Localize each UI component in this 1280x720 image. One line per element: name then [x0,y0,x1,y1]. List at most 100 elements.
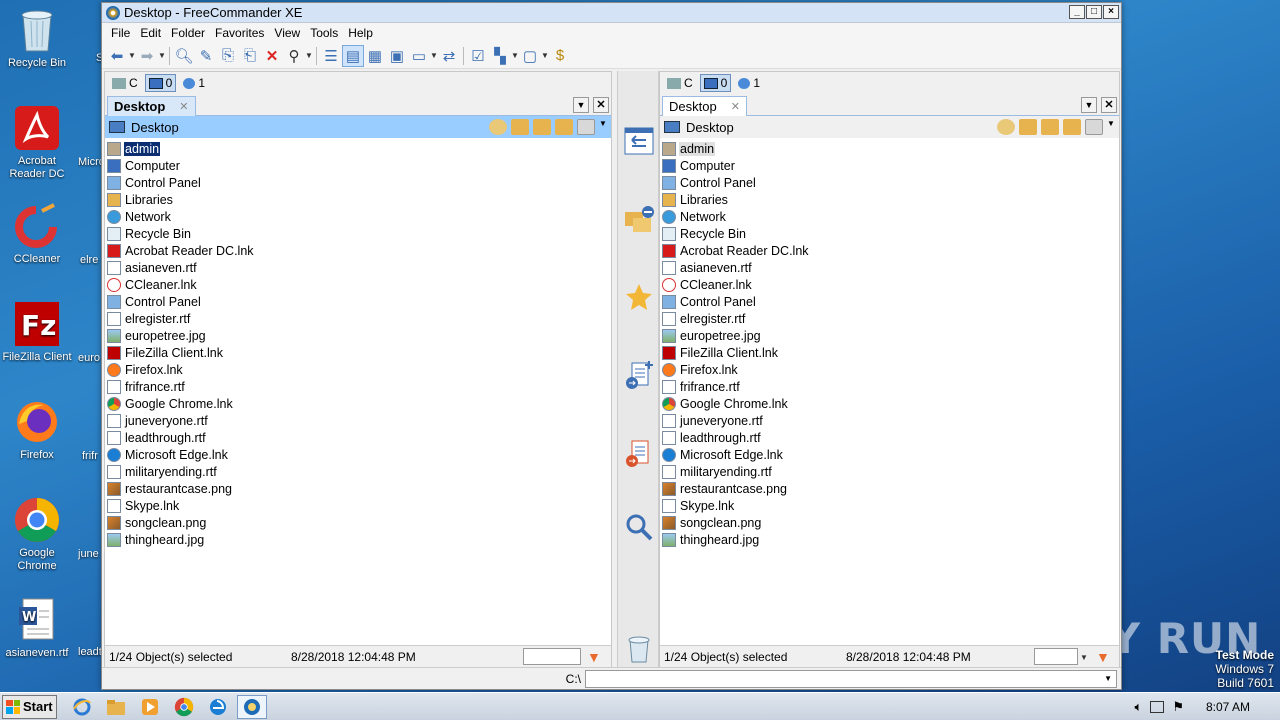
path-dropdown-icon[interactable]: ▼ [599,119,607,135]
quick-filter-input[interactable] [1034,648,1078,665]
file-row[interactable]: songclean.png [660,514,1119,531]
file-row[interactable]: Libraries [660,191,1119,208]
menu-help[interactable]: Help [343,26,378,40]
menu-file[interactable]: File [106,26,135,40]
file-row[interactable]: admin [105,140,611,157]
file-row[interactable]: Control Panel [105,174,611,191]
compare-folders-icon[interactable] [623,203,655,235]
drive-desktop[interactable]: 0 [144,74,177,92]
file-row[interactable]: juneveryone.rtf [105,412,611,429]
favorites-icon[interactable] [511,119,529,135]
file-row[interactable]: Skype.lnk [105,497,611,514]
file-row[interactable]: frifrance.rtf [660,378,1119,395]
desktop-icon-asianeven[interactable]: W asianeven.rtf [0,596,74,660]
edit-icon[interactable]: ✎ [195,45,217,67]
file-row[interactable]: Control Panel [105,293,611,310]
desktop-icon-recycle-bin[interactable]: Recycle Bin [0,6,74,70]
panels-icon[interactable]: ▚ [489,45,511,67]
quick-filter-input[interactable] [523,648,581,665]
script-icon[interactable]: $ [549,45,571,67]
path-bar[interactable]: Desktop ▼ [660,116,1119,138]
tab-list-dropdown-icon[interactable]: ▼ [1081,97,1097,113]
command-history-dropdown-icon[interactable]: ▼ [1104,674,1112,683]
file-row[interactable]: Recycle Bin [105,225,611,242]
file-row[interactable]: FileZilla Client.lnk [660,344,1119,361]
desktop-icon-chrome[interactable]: Google Chrome [0,496,74,573]
start-button[interactable]: Start [2,694,57,719]
list-view-icon[interactable]: ▤ [342,44,364,67]
filter-icon[interactable]: ▼ [1096,649,1110,665]
layout-dropdown-icon[interactable]: ▼ [430,51,438,60]
binoculars-dropdown-icon[interactable]: ▼ [305,51,313,60]
file-row[interactable]: CCleaner.lnk [105,276,611,293]
tab-list-dropdown-icon[interactable]: ▼ [573,97,589,113]
file-row[interactable]: Control Panel [660,174,1119,191]
file-row[interactable]: Control Panel [660,293,1119,310]
drive-network[interactable]: 1 [180,75,208,91]
drive-c[interactable]: C [109,75,141,91]
file-row[interactable]: Microsoft Edge.lnk [660,446,1119,463]
file-row[interactable]: militaryending.rtf [660,463,1119,480]
tree-view-icon[interactable]: ☰ [320,45,342,67]
filter-icon[interactable]: ▼ [587,649,601,665]
file-row[interactable]: Google Chrome.lnk [660,395,1119,412]
chrome-icon[interactable] [169,695,199,719]
file-row[interactable]: Libraries [105,191,611,208]
file-row[interactable]: restaurantcase.png [660,480,1119,497]
file-row[interactable]: leadthrough.rtf [660,429,1119,446]
back-icon[interactable]: ⬅ [106,45,128,67]
file-row[interactable]: Firefox.lnk [660,361,1119,378]
file-explorer-icon[interactable] [101,695,131,719]
desktop-icon-ccleaner[interactable]: CCleaner [0,202,74,266]
minimize-button[interactable]: _ [1069,5,1085,19]
forward-dropdown-icon[interactable]: ▼ [158,51,166,60]
edge-icon[interactable] [203,695,233,719]
thumbnail-view-icon[interactable]: ▣ [386,45,408,67]
copy-path-icon[interactable] [1085,119,1103,135]
close-button[interactable]: × [1103,5,1119,19]
command-line-input[interactable]: ▼ [585,670,1117,688]
file-row[interactable]: europetree.jpg [105,327,611,344]
file-row[interactable]: songclean.png [105,514,611,531]
file-row[interactable]: frifrance.rtf [105,378,611,395]
file-row[interactable]: Acrobat Reader DC.lnk [105,242,611,259]
details-view-icon[interactable]: ▦ [364,45,386,67]
file-row[interactable]: Recycle Bin [660,225,1119,242]
file-row[interactable]: Computer [105,157,611,174]
file-row[interactable]: restaurantcase.png [105,480,611,497]
favorites-icon[interactable] [1019,119,1037,135]
file-row[interactable]: FileZilla Client.lnk [105,344,611,361]
history-icon[interactable] [997,119,1015,135]
forward-icon[interactable]: ➡ [136,45,158,67]
close-tab-icon[interactable]: ✕ [731,100,740,113]
history-icon[interactable] [489,119,507,135]
action-center-flag-icon[interactable]: ⚑ [1172,699,1184,715]
path-bar[interactable]: Desktop ▼ [105,116,611,138]
file-row[interactable]: juneveryone.rtf [660,412,1119,429]
path-dropdown-icon[interactable]: ▼ [1107,119,1115,135]
network-tray-icon[interactable] [1150,701,1165,713]
window-icon[interactable]: ▢ [519,45,541,67]
drive-network[interactable]: 1 [735,75,763,91]
menu-edit[interactable]: Edit [135,26,166,40]
file-row[interactable]: leadthrough.rtf [105,429,611,446]
search-icon[interactable] [623,511,655,543]
file-row[interactable]: Network [105,208,611,225]
file-row[interactable]: Acrobat Reader DC.lnk [660,242,1119,259]
desktop-icon-firefox[interactable]: Firefox [0,398,74,462]
favorite-star-icon[interactable] [623,281,655,313]
desktop-icon-filezilla[interactable]: Fz FileZilla Client [0,300,74,364]
volume-icon[interactable]: 🔈︎ [1135,699,1143,715]
parent-folder-icon[interactable] [533,119,551,135]
internet-explorer-icon[interactable] [67,695,97,719]
close-panel-icon[interactable]: ✕ [593,97,609,113]
root-folder-icon[interactable] [1063,119,1081,135]
drive-desktop[interactable]: 0 [699,74,732,92]
close-panel-icon[interactable]: ✕ [1101,97,1117,113]
search-icon[interactable]: 🔍︎ [173,45,195,67]
file-row[interactable]: asianeven.rtf [660,259,1119,276]
checklist-icon[interactable]: ☑ [467,45,489,67]
close-tab-icon[interactable]: ✕ [179,100,188,113]
file-row[interactable]: thingheard.jpg [660,531,1119,548]
sync-icon[interactable]: ⇄ [438,45,460,67]
